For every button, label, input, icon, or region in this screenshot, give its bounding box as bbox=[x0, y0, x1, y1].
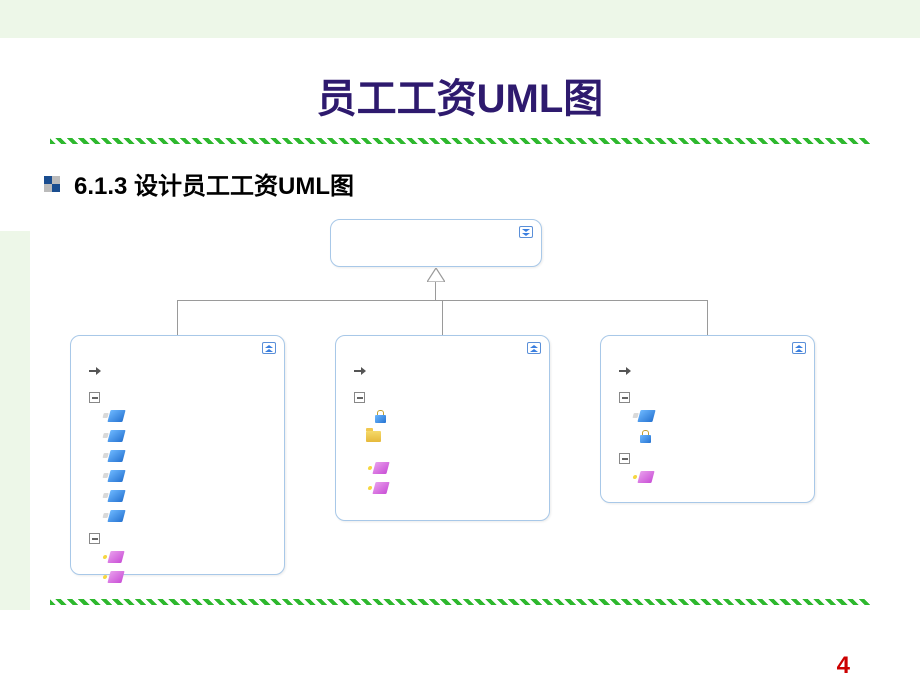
uml-attribute bbox=[109, 447, 284, 465]
attribute-icon bbox=[637, 410, 655, 422]
uml-child-class-2 bbox=[335, 335, 550, 521]
uml-attribute bbox=[109, 467, 284, 485]
attribute-icon bbox=[107, 470, 125, 482]
method-icon bbox=[107, 551, 124, 563]
uml-attribute bbox=[109, 507, 284, 525]
attribute-icon bbox=[107, 510, 125, 522]
collapse-up-icon[interactable] bbox=[262, 342, 276, 354]
arrow-right-icon bbox=[354, 366, 368, 376]
uml-attribute bbox=[109, 487, 284, 505]
section-collapse-icon[interactable] bbox=[354, 392, 365, 403]
connector-line bbox=[707, 300, 708, 335]
method-list bbox=[601, 468, 814, 486]
arrow-right-icon bbox=[89, 366, 103, 376]
top-decorative-band bbox=[0, 0, 920, 38]
attribute-icon bbox=[107, 450, 125, 462]
attribute-list bbox=[71, 407, 284, 525]
lock-icon bbox=[374, 410, 388, 423]
method-list bbox=[71, 548, 284, 586]
attribute-icon bbox=[107, 410, 125, 422]
method-icon bbox=[107, 571, 124, 583]
uml-method bbox=[374, 459, 549, 477]
connector-line bbox=[177, 300, 178, 335]
connector-line bbox=[435, 282, 436, 300]
section-collapse-icon[interactable] bbox=[619, 392, 630, 403]
method-list bbox=[336, 459, 549, 497]
uml-attribute bbox=[639, 407, 814, 425]
left-decorative-band bbox=[0, 231, 30, 610]
attribute-icon bbox=[107, 490, 125, 502]
package-row bbox=[336, 427, 549, 445]
uml-attribute-private bbox=[639, 427, 814, 445]
expand-down-icon[interactable] bbox=[519, 226, 533, 238]
uml-method bbox=[374, 479, 549, 497]
collapse-up-icon[interactable] bbox=[792, 342, 806, 354]
page-number: 4 bbox=[837, 652, 850, 680]
method-icon bbox=[637, 471, 654, 483]
uml-diagram bbox=[60, 219, 885, 589]
attribute-icon bbox=[107, 430, 125, 442]
section-collapse-icon[interactable] bbox=[89, 392, 100, 403]
uml-package bbox=[366, 427, 549, 445]
connector-line bbox=[442, 300, 443, 335]
uml-method bbox=[639, 468, 814, 486]
lock-icon bbox=[639, 430, 653, 443]
uml-method bbox=[109, 568, 284, 586]
bullet-icon bbox=[44, 176, 60, 192]
method-icon bbox=[372, 482, 389, 494]
uml-child-class-1 bbox=[70, 335, 285, 575]
uml-parent-class bbox=[330, 219, 542, 267]
bottom-divider bbox=[50, 599, 870, 605]
attribute-list bbox=[336, 407, 549, 425]
section-collapse-icon[interactable] bbox=[89, 533, 100, 544]
arrow-right-icon bbox=[619, 366, 633, 376]
subtitle-row: 6.1.3 设计员工工资UML图 bbox=[0, 144, 920, 219]
uml-attribute bbox=[109, 427, 284, 445]
uml-attribute-private bbox=[374, 407, 549, 425]
uml-method bbox=[109, 548, 284, 566]
uml-child-class-3 bbox=[600, 335, 815, 503]
method-icon bbox=[372, 462, 389, 474]
uml-attribute bbox=[109, 407, 284, 425]
attribute-list bbox=[601, 407, 814, 445]
slide-title: 员工工资UML图 bbox=[0, 38, 920, 138]
subtitle-text: 6.1.3 设计员工工资UML图 bbox=[74, 166, 354, 201]
inheritance-arrow-icon bbox=[427, 268, 445, 282]
section-collapse-icon[interactable] bbox=[619, 453, 630, 464]
folder-icon bbox=[366, 431, 381, 442]
collapse-up-icon[interactable] bbox=[527, 342, 541, 354]
